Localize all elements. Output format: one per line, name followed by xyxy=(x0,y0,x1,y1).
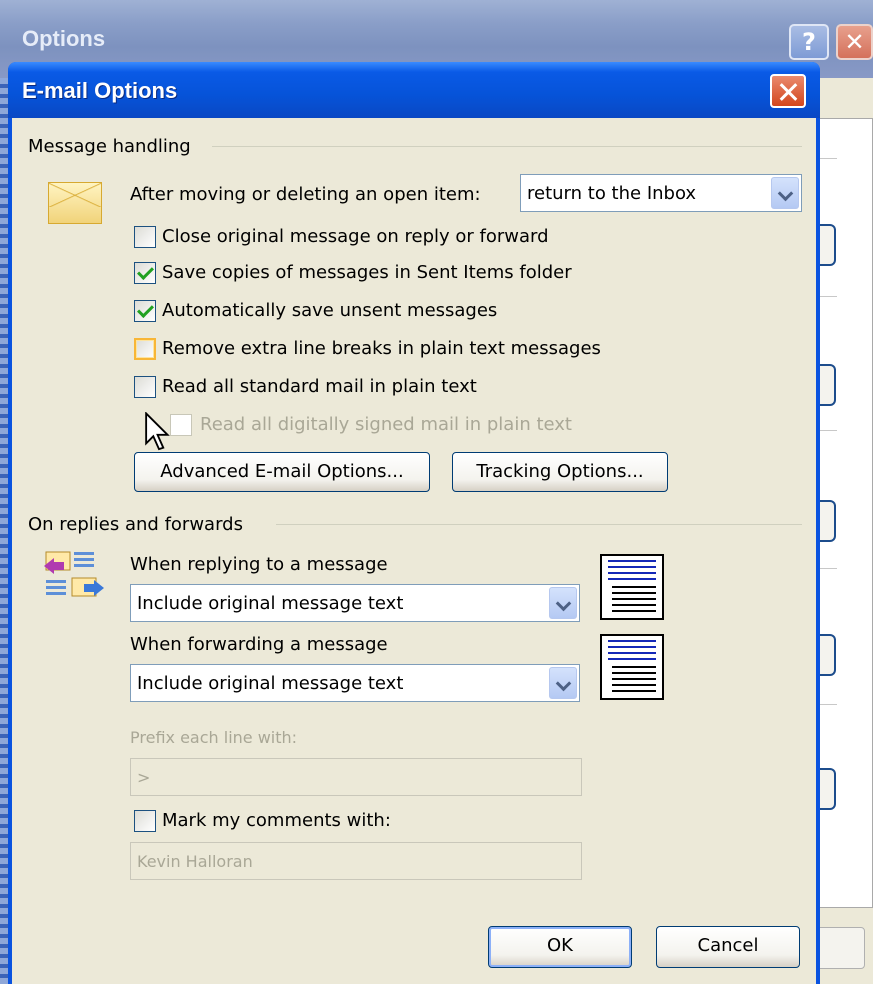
read-plain-text-checkbox[interactable] xyxy=(134,376,156,398)
replies-forwards-group-label: On replies and forwards xyxy=(28,514,243,535)
reply-preview-icon xyxy=(600,554,664,620)
advanced-email-options-button[interactable]: Advanced E-mail Options... xyxy=(134,452,430,492)
ok-button[interactable]: OK xyxy=(488,926,632,968)
cancel-button[interactable]: Cancel xyxy=(656,926,800,968)
options-title: Options xyxy=(22,26,106,51)
auto-save-label[interactable]: Automatically save unsent messages xyxy=(162,300,497,321)
prefix-label: Prefix each line with: xyxy=(130,728,298,747)
after-moving-select-value: return to the Inbox xyxy=(527,183,697,204)
dialog-client-area: Message handling After moving or deletin… xyxy=(12,118,816,984)
replying-select-value: Include original message text xyxy=(137,593,404,614)
close-original-checkbox[interactable] xyxy=(134,226,156,248)
mark-comments-input-value: Kevin Halloran xyxy=(137,852,253,871)
reply-forward-icon xyxy=(44,551,104,597)
forwarding-label: When forwarding a message xyxy=(130,634,388,655)
group-divider xyxy=(212,146,802,147)
envelope-icon xyxy=(48,182,102,224)
prefix-input-value: > xyxy=(137,768,151,787)
options-close-button[interactable]: ✕ xyxy=(836,24,873,60)
mouse-pointer-icon xyxy=(145,412,170,451)
remove-line-breaks-checkbox[interactable] xyxy=(134,338,156,360)
message-handling-group-label: Message handling xyxy=(28,136,191,157)
email-options-dialog: E-mail Options Message handling After mo… xyxy=(8,62,820,984)
prefix-input: > xyxy=(130,758,582,796)
dialog-close-button[interactable] xyxy=(770,74,806,108)
close-original-label[interactable]: Close original message on reply or forwa… xyxy=(162,226,549,247)
mark-comments-checkbox[interactable] xyxy=(134,810,156,832)
replying-select[interactable]: Include original message text xyxy=(130,584,580,622)
dialog-title: E-mail Options xyxy=(22,78,178,103)
chevron-down-icon[interactable] xyxy=(549,587,577,619)
read-plain-text-label[interactable]: Read all standard mail in plain text xyxy=(162,376,477,397)
forwarding-select-value: Include original message text xyxy=(137,673,404,694)
after-moving-label: After moving or deleting an open item: xyxy=(130,184,481,205)
chevron-down-icon[interactable] xyxy=(549,667,577,699)
chevron-down-icon[interactable] xyxy=(771,177,799,209)
dialog-titlebar[interactable]: E-mail Options xyxy=(8,62,820,118)
tracking-options-button[interactable]: Tracking Options... xyxy=(452,452,668,492)
auto-save-checkbox[interactable] xyxy=(134,300,156,322)
save-copies-label[interactable]: Save copies of messages in Sent Items fo… xyxy=(162,262,572,283)
forward-preview-icon xyxy=(600,634,664,700)
forwarding-select[interactable]: Include original message text xyxy=(130,664,580,702)
save-copies-checkbox[interactable] xyxy=(134,262,156,284)
help-button[interactable]: ? xyxy=(789,24,829,60)
mark-comments-input: Kevin Halloran xyxy=(130,842,582,880)
group-divider xyxy=(276,524,802,525)
read-signed-plain-text-label: Read all digitally signed mail in plain … xyxy=(200,414,572,435)
replying-label: When replying to a message xyxy=(130,554,388,575)
remove-line-breaks-label[interactable]: Remove extra line breaks in plain text m… xyxy=(162,338,601,359)
window-edge xyxy=(0,78,8,984)
mark-comments-label[interactable]: Mark my comments with: xyxy=(162,810,391,831)
after-moving-select[interactable]: return to the Inbox xyxy=(520,174,802,212)
